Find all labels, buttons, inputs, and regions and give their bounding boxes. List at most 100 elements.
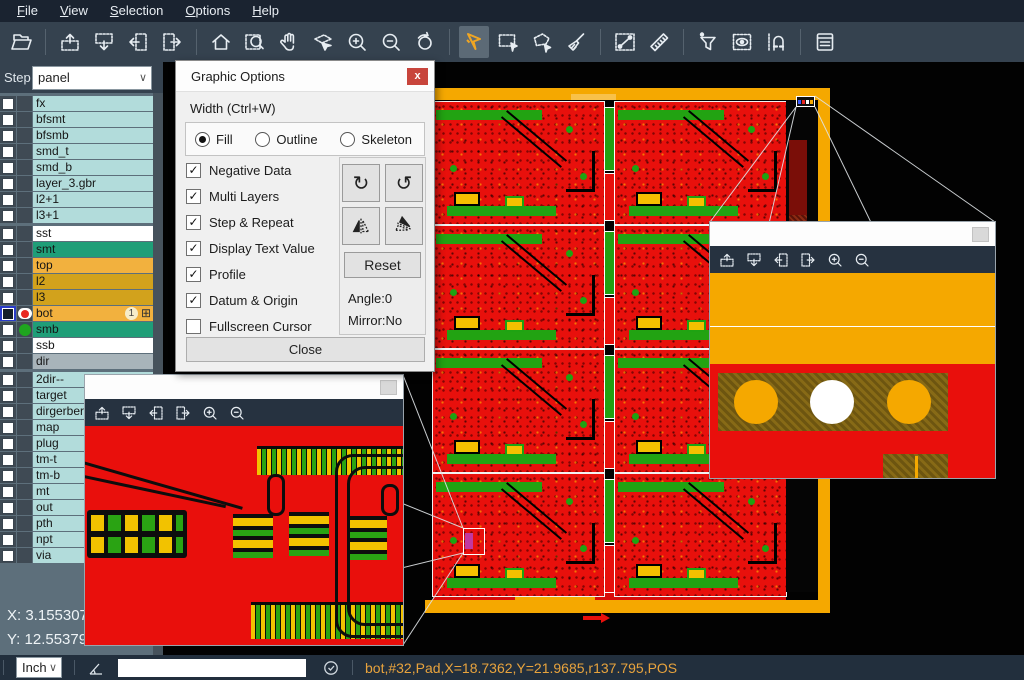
layer-row-smd_t[interactable]: smd_t	[0, 144, 153, 159]
shift-down-button[interactable]	[89, 26, 119, 58]
ruler-button[interactable]	[644, 26, 674, 58]
layer-row-smb[interactable]: smb	[0, 322, 153, 337]
menu-item-file[interactable]: File	[6, 0, 49, 22]
rotate-ccw-button[interactable]: ↺	[385, 164, 423, 202]
refresh-status-icon[interactable]	[322, 659, 340, 677]
layer-visibility-checkbox[interactable]	[0, 500, 16, 515]
reset-button[interactable]: Reset	[344, 252, 421, 278]
layer-visibility-checkbox[interactable]	[0, 192, 16, 207]
layer-visibility-checkbox[interactable]	[0, 372, 16, 387]
mirror-horizontal-button[interactable]	[342, 207, 380, 245]
magnifier-window-left[interactable]	[85, 375, 403, 645]
layer-visibility-checkbox[interactable]	[0, 322, 16, 337]
layer-row-fx[interactable]: fx	[0, 96, 153, 111]
layer-visibility-checkbox[interactable]	[0, 388, 16, 403]
rect-select-button[interactable]	[493, 26, 523, 58]
open-file-button[interactable]	[6, 26, 36, 58]
layer-visibility-checkbox[interactable]	[0, 176, 16, 191]
home-view-button[interactable]	[206, 26, 236, 58]
grid-icon[interactable]: ⊞	[141, 307, 151, 320]
magnifier-right-titlebar[interactable]	[710, 222, 995, 246]
menu-item-help[interactable]: Help	[241, 0, 290, 22]
layer-visibility-checkbox[interactable]	[0, 354, 16, 369]
layer-visibility-checkbox[interactable]	[0, 468, 16, 483]
layer-visibility-checkbox[interactable]	[0, 548, 16, 563]
layer-row-smd_b[interactable]: smd_b	[0, 160, 153, 175]
radio-skeleton[interactable]: Skeleton	[340, 132, 412, 147]
layer-visibility-checkbox[interactable]	[0, 404, 16, 419]
filter-button[interactable]	[693, 26, 723, 58]
zoom-in-button[interactable]	[201, 404, 219, 422]
layer-visibility-checkbox[interactable]	[0, 226, 16, 241]
snap-button[interactable]	[761, 26, 791, 58]
shift-left-button[interactable]	[772, 251, 790, 269]
shift-right-button[interactable]	[799, 251, 817, 269]
layer-visibility-checkbox[interactable]	[0, 306, 16, 321]
zoom-window-button[interactable]	[240, 26, 270, 58]
checkbox-fullscreen-cursor[interactable]: Fullscreen Cursor	[186, 313, 338, 339]
checkbox-profile[interactable]: ✓Profile	[186, 261, 338, 287]
checkbox-step-repeat[interactable]: ✓Step & Repeat	[186, 209, 338, 235]
menu-item-selection[interactable]: Selection	[99, 0, 174, 22]
layer-visibility-checkbox[interactable]	[0, 516, 16, 531]
shift-left-button[interactable]	[147, 404, 165, 422]
menu-item-view[interactable]: View	[49, 0, 99, 22]
zoom-in-button[interactable]	[342, 26, 372, 58]
shift-up-button[interactable]	[55, 26, 85, 58]
mirror-vertical-button[interactable]	[385, 207, 423, 245]
layer-visibility-checkbox[interactable]	[0, 96, 16, 111]
zoom-in-button[interactable]	[826, 251, 844, 269]
layer-visibility-checkbox[interactable]	[0, 128, 16, 143]
close-icon[interactable]: x	[407, 68, 428, 85]
layer-row-bot[interactable]: bot1⊞	[0, 306, 153, 321]
layer-row-bfsmt[interactable]: bfsmt	[0, 112, 153, 127]
select-button[interactable]	[459, 26, 489, 58]
layer-row-dir[interactable]: dir	[0, 354, 153, 369]
shift-right-button[interactable]	[174, 404, 192, 422]
shift-up-button[interactable]	[93, 404, 111, 422]
window-button-icon[interactable]	[972, 227, 989, 242]
checkbox-negative-data[interactable]: ✓Negative Data	[186, 157, 338, 183]
command-input[interactable]	[118, 659, 306, 677]
zoom-out-button[interactable]	[853, 251, 871, 269]
checkbox-multi-layers[interactable]: ✓Multi Layers	[186, 183, 338, 209]
close-button[interactable]: Close	[186, 337, 425, 362]
menu-item-options[interactable]: Options	[174, 0, 241, 22]
shift-left-button[interactable]	[123, 26, 153, 58]
clean-brush-button[interactable]	[561, 26, 591, 58]
radio-outline[interactable]: Outline	[255, 132, 317, 147]
layer-visibility-checkbox[interactable]	[0, 420, 16, 435]
rotate-cw-button[interactable]: ↻	[342, 164, 380, 202]
unit-dropdown[interactable]: Inch ∨	[16, 657, 62, 678]
layer-row-l2+1[interactable]: l2+1	[0, 192, 153, 207]
window-button-icon[interactable]	[380, 380, 397, 395]
layer-visibility-checkbox[interactable]	[0, 144, 16, 159]
layer-visibility-checkbox[interactable]	[0, 258, 16, 273]
layer-visibility-checkbox[interactable]	[0, 242, 16, 257]
layer-visibility-checkbox[interactable]	[0, 274, 16, 289]
layer-visibility-checkbox[interactable]	[0, 532, 16, 547]
layer-visibility-checkbox[interactable]	[0, 160, 16, 175]
layer-row-l2[interactable]: l2	[0, 274, 153, 289]
magnifier-left-titlebar[interactable]	[85, 375, 403, 399]
checkbox-display-text-value[interactable]: ✓Display Text Value	[186, 235, 338, 261]
layer-visibility-checkbox[interactable]	[0, 208, 16, 223]
poly-select-button[interactable]	[527, 26, 557, 58]
layer-visibility-checkbox[interactable]	[0, 484, 16, 499]
dialog-titlebar[interactable]: Graphic Options x	[176, 61, 434, 92]
magnifier-window-right[interactable]	[710, 222, 995, 478]
view-options-button[interactable]	[727, 26, 757, 58]
move-vertex-button[interactable]	[308, 26, 338, 58]
layer-row-layer_3.gbr[interactable]: layer_3.gbr	[0, 176, 153, 191]
layer-row-smt[interactable]: smt	[0, 242, 153, 257]
zoom-previous-button[interactable]	[410, 26, 440, 58]
layer-panel-button[interactable]	[810, 26, 840, 58]
layer-row-sst[interactable]: sst	[0, 226, 153, 241]
checkbox-datum-origin[interactable]: ✓Datum & Origin	[186, 287, 338, 313]
measure-distance-button[interactable]	[610, 26, 640, 58]
pan-button[interactable]	[274, 26, 304, 58]
layer-visibility-checkbox[interactable]	[0, 452, 16, 467]
shift-down-button[interactable]	[120, 404, 138, 422]
shift-down-button[interactable]	[745, 251, 763, 269]
shift-right-button[interactable]	[157, 26, 187, 58]
